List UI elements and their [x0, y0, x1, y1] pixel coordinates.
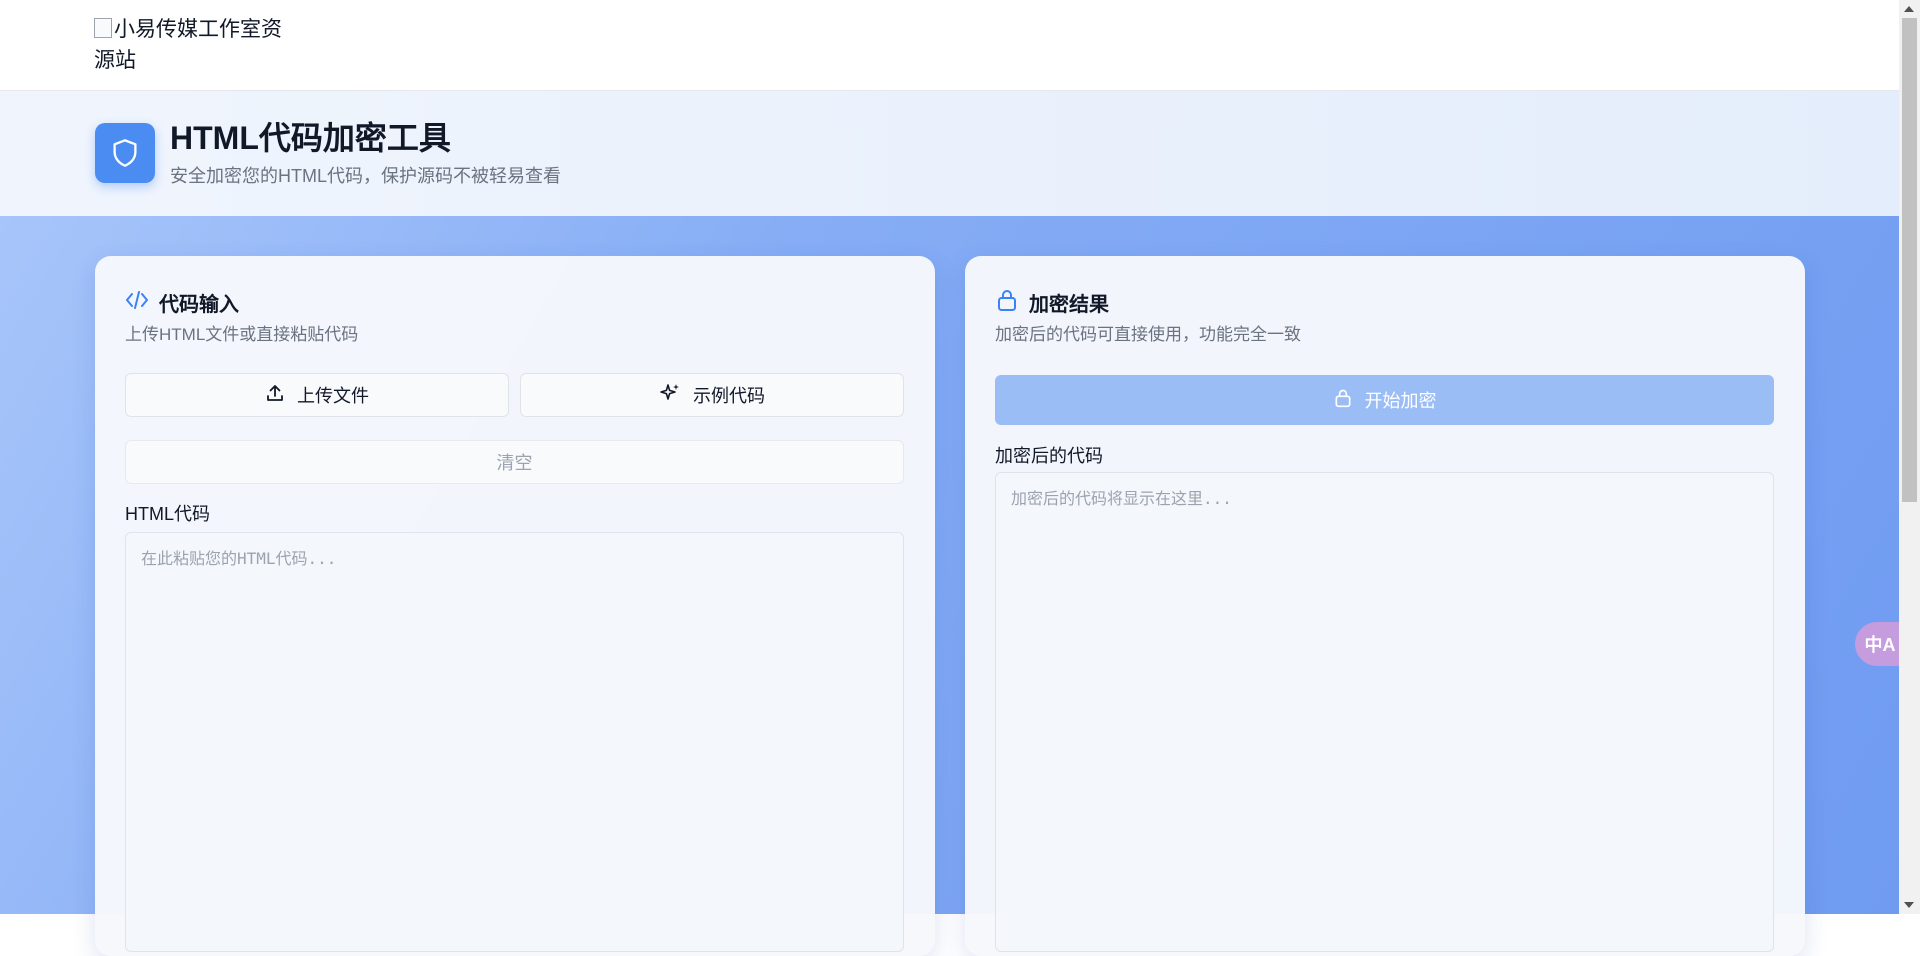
- encrypt-result-card: 加密结果 加密后的代码可直接使用，功能完全一致 开始加密 加密后的代码 加密后的…: [965, 256, 1805, 956]
- upload-icon: [265, 383, 285, 408]
- start-encrypt-label: 开始加密: [1364, 391, 1437, 411]
- html-code-placeholder: 在此粘贴您的HTML代码...: [141, 549, 337, 568]
- result-card-subtitle: 加密后的代码可直接使用，功能完全一致: [995, 325, 1301, 344]
- encrypted-code-textarea[interactable]: 加密后的代码将显示在这里...: [995, 472, 1774, 952]
- sparkles-icon: [659, 382, 681, 409]
- upload-file-button[interactable]: 上传文件: [125, 373, 509, 417]
- scroll-down-arrow-icon[interactable]: [1904, 902, 1914, 908]
- shield-icon: [95, 123, 155, 183]
- logo-alt-text: 小易传媒工作室资源站: [94, 18, 282, 72]
- code-input-card: 代码输入 上传HTML文件或直接粘贴代码 上传文件 示例代码 清空 HTML代码…: [95, 256, 935, 956]
- encrypted-code-label: 加密后的代码: [995, 446, 1103, 466]
- translate-icon: 中A: [1864, 635, 1896, 655]
- broken-image-icon: [94, 18, 112, 38]
- top-bar: 小易传媒工作室资源站: [0, 0, 1899, 91]
- main-area: 代码输入 上传HTML文件或直接粘贴代码 上传文件 示例代码 清空 HTML代码…: [0, 216, 1899, 956]
- code-icon: [125, 289, 149, 316]
- html-code-label: HTML代码: [125, 504, 210, 524]
- translate-button[interactable]: 中A: [1855, 622, 1905, 666]
- site-logo[interactable]: 小易传媒工作室资源站: [94, 14, 294, 76]
- start-encrypt-button[interactable]: 开始加密: [995, 375, 1774, 425]
- scrollbar-thumb[interactable]: [1902, 18, 1917, 502]
- example-code-button[interactable]: 示例代码: [520, 373, 904, 417]
- lock-icon: [1333, 388, 1353, 413]
- input-card-title: 代码输入: [159, 294, 239, 316]
- page-title: HTML代码加密工具: [170, 120, 451, 156]
- result-card-title: 加密结果: [1029, 294, 1109, 316]
- scroll-up-arrow-icon[interactable]: [1904, 6, 1914, 12]
- lock-icon: [995, 288, 1019, 317]
- clear-label: 清空: [496, 453, 533, 473]
- hero-header: HTML代码加密工具 安全加密您的HTML代码，保护源码不被轻易查看: [0, 91, 1899, 216]
- html-code-textarea[interactable]: 在此粘贴您的HTML代码...: [125, 532, 904, 952]
- page-subtitle: 安全加密您的HTML代码，保护源码不被轻易查看: [170, 166, 561, 186]
- example-code-label: 示例代码: [693, 386, 765, 406]
- input-card-subtitle: 上传HTML文件或直接粘贴代码: [125, 325, 359, 344]
- upload-file-label: 上传文件: [297, 386, 369, 406]
- page-scrollbar[interactable]: [1899, 0, 1920, 914]
- encrypted-code-placeholder: 加密后的代码将显示在这里...: [1011, 489, 1232, 508]
- clear-button[interactable]: 清空: [125, 440, 904, 484]
